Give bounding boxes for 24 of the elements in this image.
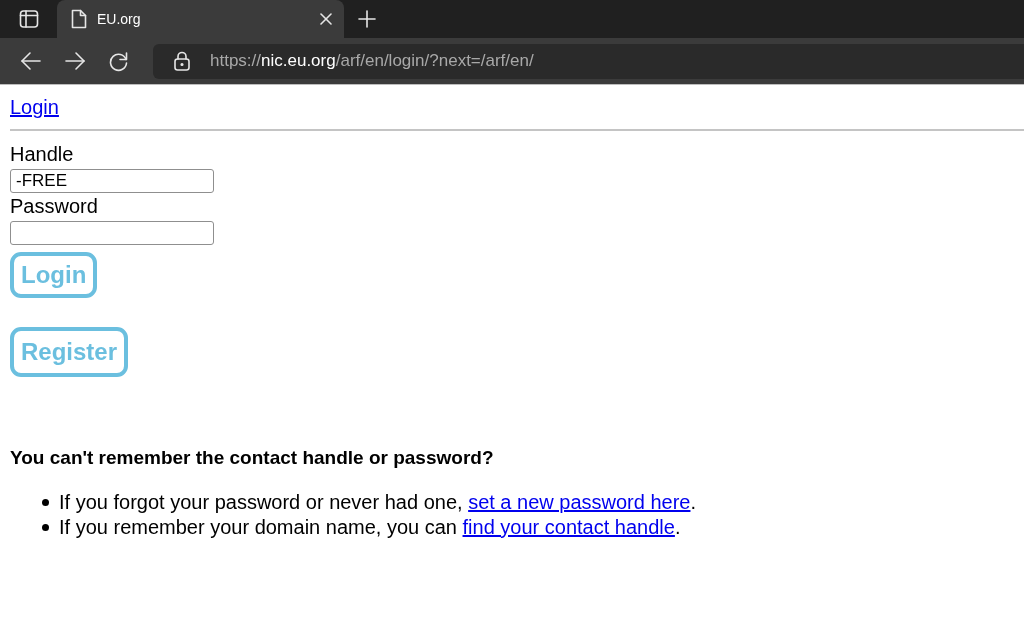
login-link[interactable]: Login [10,96,59,118]
field-label: Password [10,194,99,219]
document-icon [71,9,87,29]
bullet-icon [42,499,49,506]
browser-tab[interactable]: EU.org [57,0,344,38]
tab-actions-icon[interactable] [19,9,39,29]
help-link[interactable]: set a new password here [468,491,691,513]
help-text: If you remember your domain name, you can find your contact handle. [59,515,681,540]
field-label: Handle [10,142,75,167]
help-text: If you forgot your password or never had one, set a new password here. [59,490,697,515]
bullet-icon [42,524,49,531]
url-text: https://nic.eu.org/arf/en/login/?next=/arf/en/ [210,50,534,73]
lock-icon[interactable] [173,51,191,71]
back-arrow-icon[interactable] [20,50,42,72]
address-bar[interactable]: https://nic.eu.org/arf/en/login/?next=/arf/en/ [153,43,1024,79]
help-link[interactable]: find your contact handle [462,516,675,538]
plus-icon[interactable] [358,10,376,28]
forward-arrow-icon[interactable] [64,50,86,72]
refresh-icon[interactable] [108,50,130,72]
tab-title: EU.org [97,9,142,29]
input-field[interactable]: -FREE [10,169,214,193]
input-field[interactable] [10,221,214,245]
close-icon[interactable] [320,13,332,25]
help-heading: You can't remember the contact handle or password? [10,446,495,470]
